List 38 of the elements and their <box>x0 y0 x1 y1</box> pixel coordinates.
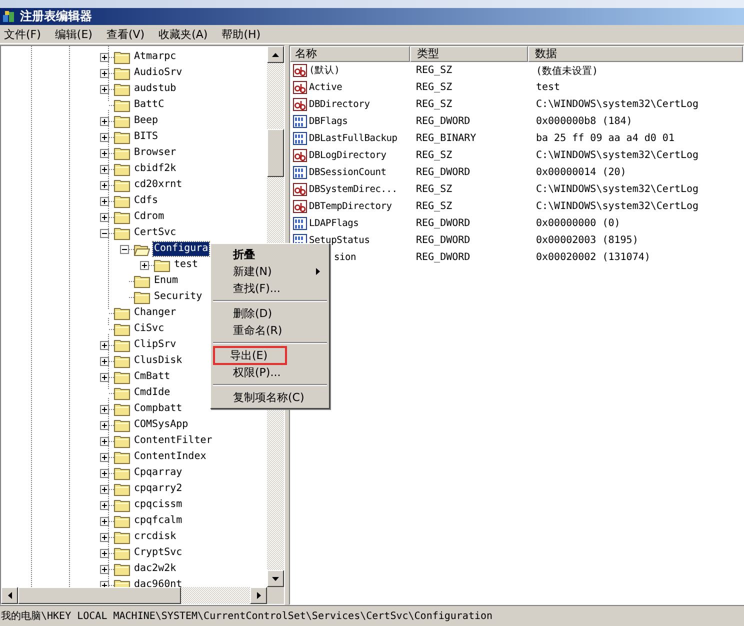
value-data: C:\WINDOWS\system32\CertLog <box>535 150 700 161</box>
window-title: 注册表编辑器 <box>20 8 92 25</box>
value-data: 0x00002003 (8195) <box>535 235 640 246</box>
value-name: DBSessionCount <box>309 167 386 178</box>
value-data: 0x00000000 (0) <box>535 218 622 229</box>
value-name: LDAPFlags <box>309 218 359 229</box>
value-data: C:\WINDOWS\system32\CertLog <box>535 99 700 110</box>
value-name: DBTempDirectory <box>309 201 392 212</box>
value-type: REG_SZ <box>415 150 454 161</box>
value-name: SetupStatus <box>309 235 370 246</box>
value-data: (数值未设置) <box>535 64 600 78</box>
value-type: REG_SZ <box>415 65 454 76</box>
value-name: sion <box>334 252 356 263</box>
value-data: test <box>535 82 562 93</box>
value-data: 0x00000014 (20) <box>535 167 628 178</box>
value-data: 0x000000b8 (184) <box>535 116 634 127</box>
value-data: ba 25 ff 09 aa a4 d0 01 <box>535 133 676 144</box>
value-type: REG_SZ <box>415 82 454 93</box>
value-type: REG_DWORD <box>415 167 472 178</box>
value-type: REG_DWORD <box>415 252 472 263</box>
value-data: C:\WINDOWS\system32\CertLog <box>535 201 700 212</box>
value-name: Active <box>309 82 342 93</box>
value-name: DBLogDirectory <box>309 150 386 161</box>
value-type: REG_DWORD <box>415 235 472 246</box>
value-type: REG_DWORD <box>415 218 472 229</box>
value-type: REG_SZ <box>415 99 454 110</box>
value-type: REG_BINARY <box>415 133 478 144</box>
value-type: REG_SZ <box>415 201 454 212</box>
value-name: DBDirectory <box>309 99 370 110</box>
value-name: DBFlags <box>309 116 348 127</box>
value-data: C:\WINDOWS\system32\CertLog <box>535 184 700 195</box>
value-type: REG_DWORD <box>415 116 472 127</box>
value-data: 0x00020002 (131074) <box>535 252 652 263</box>
status-text: 我的电脑\HKEY LOCAL MACHINE\SYSTEM\CurrentControlSet\Services\CertSvc\Configuration <box>1 610 493 623</box>
value-name: DBLastFullBackup <box>309 133 398 144</box>
value-name: DBSystemDirec... <box>309 184 398 195</box>
value-name: (默认) <box>309 64 340 77</box>
value-type: REG_SZ <box>415 184 454 195</box>
